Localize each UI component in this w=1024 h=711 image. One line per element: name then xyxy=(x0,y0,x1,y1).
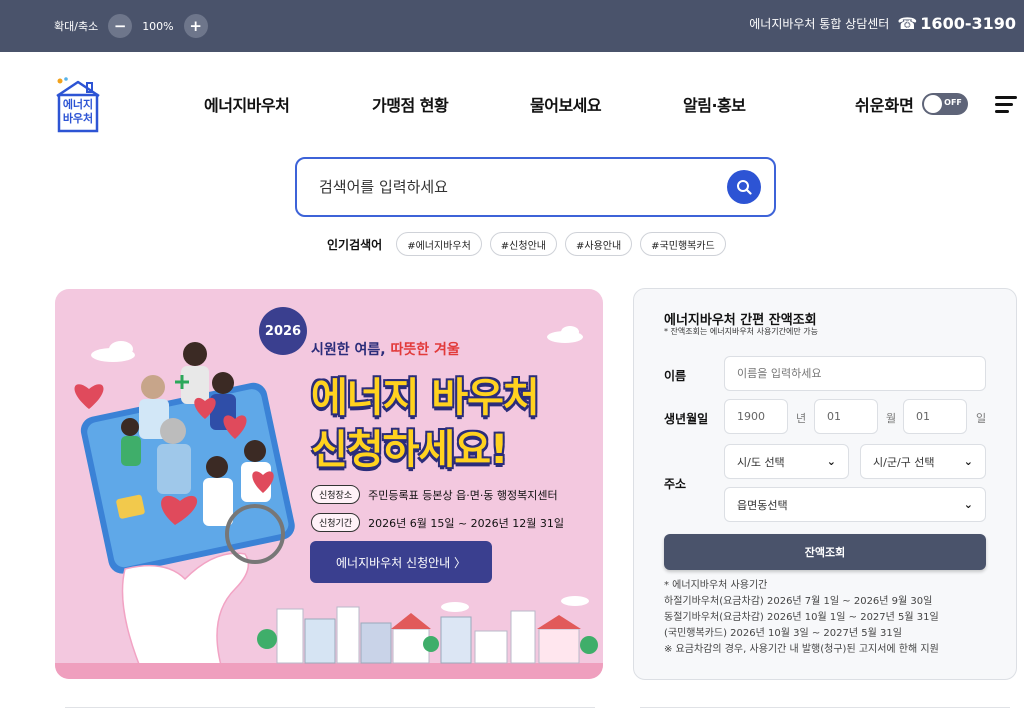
birth-day-value: 01 xyxy=(916,410,930,423)
year-badge: 2026 xyxy=(259,307,307,355)
apply-guide-button[interactable]: 에너지바우처 신청안내 〉 xyxy=(310,541,492,583)
name-label: 이름 xyxy=(664,369,687,383)
sido-select[interactable]: 시/도 선택 ⌄ xyxy=(724,444,849,479)
divider xyxy=(640,707,1010,708)
sigungu-select[interactable]: 시/군/구 선택 ⌄ xyxy=(860,444,986,479)
month-unit: 월 xyxy=(886,412,897,425)
period-line: 하절기바우처(요금차감) 2026년 7월 1일 ~ 2026년 9월 30일 xyxy=(664,596,933,607)
zoom-out-button[interactable]: − xyxy=(108,14,133,38)
menu-icon[interactable] xyxy=(995,96,1017,113)
logo-text-line1: 에너지 xyxy=(62,98,94,111)
apply-period: 신청기간 2026년 6월 15일 ~ 2026년 12월 31일 xyxy=(311,513,564,532)
apply-place-text: 주민등록표 등본상 읍·면·동 행정복지센터 xyxy=(368,488,558,502)
banner-subtitle-b: 따뜻한 겨울 xyxy=(390,342,460,358)
popular-tag[interactable]: #사용안내 xyxy=(564,232,633,256)
search-input[interactable] xyxy=(319,175,699,199)
chevron-down-icon: ⌄ xyxy=(963,455,973,468)
eupmyeon-select[interactable]: 읍면동선택 ⌄ xyxy=(724,487,986,522)
birth-month-field[interactable]: 01 xyxy=(814,399,878,434)
address-label: 주소 xyxy=(664,477,687,491)
nav-item-energy-voucher[interactable]: 에너지바우처 xyxy=(204,92,290,116)
apply-period-text: 2026년 6월 15일 ~ 2026년 12월 31일 xyxy=(368,516,565,530)
search-box xyxy=(295,157,776,217)
banner-headline-1: 에너지 바우처 xyxy=(311,375,540,421)
popular-label: 인기검색어 xyxy=(327,237,383,252)
period-line: ※ 요금차감의 경우, 사용기간 내 발행(청구)된 고지서에 한해 지원 xyxy=(664,644,939,655)
popular-tag[interactable]: #국민행복카드 xyxy=(640,232,726,256)
sigungu-value: 시/군/구 선택 xyxy=(873,455,935,469)
search-button[interactable] xyxy=(727,170,761,204)
hotline-number[interactable]: 1600-3190 xyxy=(920,14,1016,33)
site-logo[interactable]: 에너지 바우처 xyxy=(54,76,102,134)
name-field[interactable] xyxy=(724,356,986,391)
easy-view: 쉬운화면 OFF xyxy=(855,92,968,116)
eupmyeon-value: 읍면동선택 xyxy=(737,498,788,512)
nav-item-stores[interactable]: 가맹점 현황 xyxy=(372,92,449,116)
birth-year-value: 1900 xyxy=(737,410,765,423)
period-line: 동절기바우처(요금차감) 2026년 10월 1일 ~ 2027년 5월 31일 xyxy=(664,612,939,623)
toggle-knob xyxy=(923,95,942,113)
banner-subtitle-a: 시원한 여름, xyxy=(311,342,391,358)
promo-banner[interactable]: 2026 시원한 여름, 따뜻한 겨울 에너지 바우처 신청하세요! 신청장소 … xyxy=(55,289,603,679)
nav-item-faq[interactable]: 물어보세요 xyxy=(530,92,602,116)
easy-view-label: 쉬운화면 xyxy=(855,96,914,115)
toggle-state: OFF xyxy=(944,98,962,107)
zoom-label: 확대/축소 xyxy=(54,20,99,33)
birth-day-field[interactable]: 01 xyxy=(903,399,967,434)
apply-place-chip: 신청장소 xyxy=(311,485,361,504)
balance-check-panel: 에너지바우처 간편 잔액조회 * 잔액조회는 에너지바우처 사용기간에만 가능 … xyxy=(633,288,1017,680)
nav-item-notice[interactable]: 알림·홍보 xyxy=(683,92,746,116)
phone-icon: ☎ xyxy=(897,14,918,33)
birth-label: 생년월일 xyxy=(664,412,709,426)
hotline-text: 에너지바우처 통합 상담센터 xyxy=(749,17,890,31)
apply-period-chip: 신청기간 xyxy=(311,513,361,532)
popular-tag[interactable]: #에너지바우처 xyxy=(396,232,482,256)
top-utility-bar: 확대/축소 − 100% + 에너지바우처 통합 상담센터 ☎ 1600-319… xyxy=(0,0,1024,52)
period-line: * 에너지바우처 사용기간 xyxy=(664,580,768,591)
name-input[interactable] xyxy=(737,367,985,380)
birth-month-value: 01 xyxy=(827,410,841,423)
chevron-down-icon: ⌄ xyxy=(963,498,973,511)
zoom-in-button[interactable]: + xyxy=(183,14,208,38)
popular-keywords: 인기검색어 #에너지바우처 #신청안내 #사용안내 #국민행복카드 xyxy=(327,232,734,256)
year-unit: 년 xyxy=(796,412,807,425)
banner-headline-2: 신청하세요! xyxy=(311,427,508,473)
day-unit: 일 xyxy=(976,412,987,425)
sido-value: 시/도 선택 xyxy=(737,455,785,469)
hotline: 에너지바우처 통합 상담센터 ☎ 1600-3190 xyxy=(749,14,1016,33)
popular-tag[interactable]: #신청안내 xyxy=(489,232,557,256)
usage-periods: * 에너지바우처 사용기간 하절기바우처(요금차감) 2026년 7월 1일 ~… xyxy=(664,578,939,658)
banner-subtitle: 시원한 여름, 따뜻한 겨울 xyxy=(311,339,460,359)
chevron-down-icon: ⌄ xyxy=(826,455,836,468)
search-icon xyxy=(737,180,752,195)
balance-note: * 잔액조회는 에너지바우처 사용기간에만 가능 xyxy=(664,327,819,336)
easy-view-toggle[interactable]: OFF xyxy=(921,93,968,115)
zoom-value: 100% xyxy=(142,19,174,33)
zoom-control: 확대/축소 − 100% + xyxy=(54,12,208,40)
birth-year-field[interactable]: 1900 xyxy=(724,399,788,434)
apply-place: 신청장소 주민등록표 등본상 읍·면·동 행정복지센터 xyxy=(311,485,558,504)
logo-text-line2: 바우처 xyxy=(62,112,94,125)
divider xyxy=(65,707,595,708)
balance-check-button[interactable]: 잔액조회 xyxy=(664,534,986,570)
period-line: (국민행복카드) 2026년 10월 3일 ~ 2027년 5월 31일 xyxy=(664,628,902,639)
